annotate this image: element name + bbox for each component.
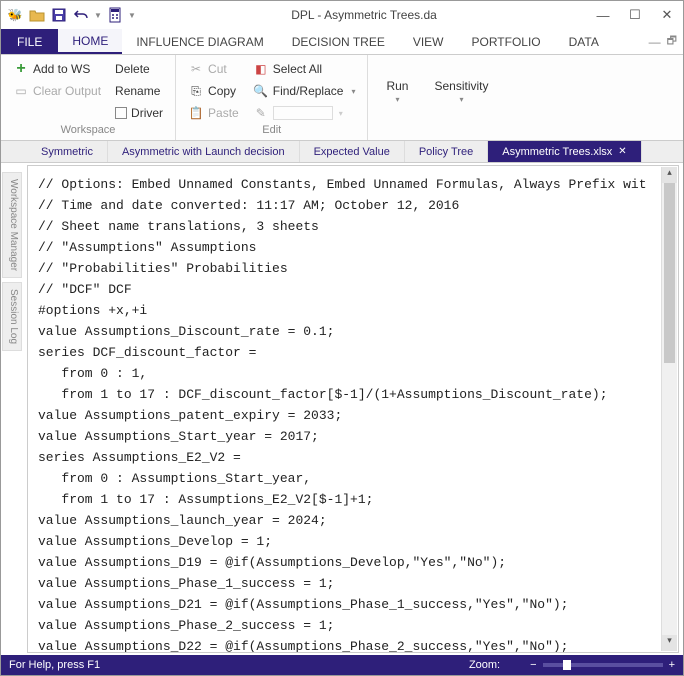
- doctab-label: Asymmetric Trees.xlsx: [502, 146, 612, 158]
- maximize-button[interactable]: ☐: [623, 5, 647, 25]
- delete-button[interactable]: Delete: [111, 59, 167, 79]
- search-icon: 🔍: [253, 83, 269, 99]
- ribbon: + Add to WS ▭ Clear Output Delete Rename D…: [1, 55, 683, 141]
- close-button[interactable]: ✕: [655, 5, 679, 25]
- editor-area: // Options: Embed Unnamed Constants, Emb…: [1, 163, 683, 655]
- zoom-label: Zoom:: [469, 659, 500, 671]
- dropdown-icon: ▾: [351, 87, 355, 96]
- scroll-up-icon[interactable]: ▴: [662, 167, 677, 183]
- close-tab-icon[interactable]: ✕: [618, 146, 626, 157]
- home-tab[interactable]: HOME: [58, 29, 122, 54]
- paste-icon: 📋: [188, 105, 204, 121]
- workspace-group: + Add to WS ▭ Clear Output Delete Rename D…: [1, 55, 176, 140]
- copy-icon: ⎘: [188, 83, 204, 99]
- copy-button[interactable]: ⎘ Copy: [184, 81, 243, 101]
- qat-dropdown-icon[interactable]: ▼: [127, 5, 137, 25]
- data-tab[interactable]: DATA: [555, 29, 613, 54]
- add-to-ws-button[interactable]: + Add to WS: [9, 59, 105, 79]
- titlebar: 🐝 ▼ ▼ DPL - Asymmetric Trees.da — ☐ ✕: [1, 1, 683, 29]
- sensitivity-label: Sensitivity: [434, 79, 488, 93]
- minimize-button[interactable]: —: [591, 5, 615, 25]
- copy-label: Copy: [208, 84, 236, 98]
- scroll-track[interactable]: [662, 183, 677, 635]
- clear-output-button[interactable]: ▭ Clear Output: [9, 81, 105, 101]
- select-all-button[interactable]: ◧ Select All: [249, 59, 360, 79]
- dropdown-icon: ▾: [339, 109, 343, 118]
- workspace-group-label: Workspace: [9, 124, 167, 138]
- edit-group-label: Edit: [184, 124, 359, 138]
- vertical-scrollbar[interactable]: ▴ ▾: [661, 167, 677, 651]
- doctab-policy-tree[interactable]: Policy Tree: [405, 141, 488, 162]
- select-all-icon: ◧: [253, 61, 269, 77]
- find-replace-button[interactable]: 🔍 Find/Replace ▾: [249, 81, 360, 101]
- add-to-ws-label: Add to WS: [33, 62, 90, 76]
- save-icon[interactable]: [49, 5, 69, 25]
- driver-label: Driver: [131, 106, 163, 120]
- checkbox-icon: [115, 107, 127, 119]
- rename-button[interactable]: Rename: [111, 81, 167, 101]
- cut-button[interactable]: ✂ Cut: [184, 59, 243, 79]
- influence-diagram-tab[interactable]: INFLUENCE DIAGRAM: [122, 29, 277, 54]
- cut-label: Cut: [208, 62, 227, 76]
- doctab-asymmetric-trees-xlsx[interactable]: Asymmetric Trees.xlsx ✕: [488, 141, 641, 162]
- ribbon-restore-icon[interactable]: 🗗: [667, 32, 677, 51]
- window-title: DPL - Asymmetric Trees.da: [137, 8, 591, 22]
- open-icon[interactable]: [27, 5, 47, 25]
- ribbon-right-controls: — 🗗: [649, 29, 683, 54]
- run-group: Run ▾ Sensitivity ▾: [368, 55, 506, 140]
- ribbon-tabs: FILE HOME INFLUENCE DIAGRAM DECISION TRE…: [1, 29, 683, 55]
- decision-tree-tab[interactable]: DECISION TREE: [278, 29, 399, 54]
- doctab-asymmetric-launch[interactable]: Asymmetric with Launch decision: [108, 141, 300, 162]
- quick-access-toolbar: 🐝 ▼ ▼: [5, 5, 137, 25]
- zoom-out-button[interactable]: −: [530, 659, 536, 671]
- paste-button[interactable]: 📋 Paste: [184, 103, 243, 123]
- scroll-down-icon[interactable]: ▾: [662, 635, 677, 651]
- undo-icon[interactable]: [71, 5, 91, 25]
- zoom-slider[interactable]: [543, 663, 663, 667]
- doctab-expected-value[interactable]: Expected Value: [300, 141, 405, 162]
- app-icon[interactable]: 🐝: [5, 5, 25, 25]
- scroll-thumb[interactable]: [664, 183, 675, 363]
- doctab-symmetric[interactable]: Symmetric: [27, 141, 108, 162]
- scissors-icon: ✂: [188, 61, 204, 77]
- dropdown-icon: ▾: [395, 95, 399, 104]
- window-controls: — ☐ ✕: [591, 5, 679, 25]
- document-tabstrip: Symmetric Asymmetric with Launch decisio…: [1, 141, 683, 163]
- plus-icon: +: [13, 61, 29, 77]
- paste-label: Paste: [208, 106, 239, 120]
- statusbar: For Help, press F1 Zoom: − +: [1, 655, 683, 675]
- undo-dropdown-icon[interactable]: ▼: [93, 5, 103, 25]
- run-label: Run: [386, 79, 408, 93]
- edit-group: ✂ Cut ⎘ Copy 📋 Paste ◧ Select All 🔍 Find/Repl…: [176, 55, 368, 140]
- zoom-in-button[interactable]: +: [669, 659, 675, 671]
- dropdown-icon: ▾: [459, 95, 463, 104]
- file-tab[interactable]: FILE: [1, 29, 58, 54]
- calculate-icon[interactable]: [105, 5, 125, 25]
- view-tab[interactable]: VIEW: [399, 29, 458, 54]
- driver-checkbox[interactable]: Driver: [111, 103, 167, 123]
- clear-output-label: Clear Output: [33, 84, 101, 98]
- zoom-handle[interactable]: [563, 660, 571, 670]
- edit-icon: ✎: [253, 105, 269, 121]
- find-replace-label: Find/Replace: [273, 84, 344, 98]
- edit-dropdown-button[interactable]: ✎▾: [249, 103, 360, 123]
- ribbon-minimize-icon[interactable]: —: [649, 35, 661, 49]
- portfolio-tab[interactable]: PORTFOLIO: [458, 29, 555, 54]
- select-all-label: Select All: [273, 62, 322, 76]
- status-help-text: For Help, press F1: [9, 659, 100, 671]
- run-button[interactable]: Run ▾: [376, 59, 418, 124]
- clear-icon: ▭: [13, 83, 29, 99]
- code-editor[interactable]: // Options: Embed Unnamed Constants, Emb…: [27, 165, 679, 653]
- sensitivity-button[interactable]: Sensitivity ▾: [424, 59, 498, 124]
